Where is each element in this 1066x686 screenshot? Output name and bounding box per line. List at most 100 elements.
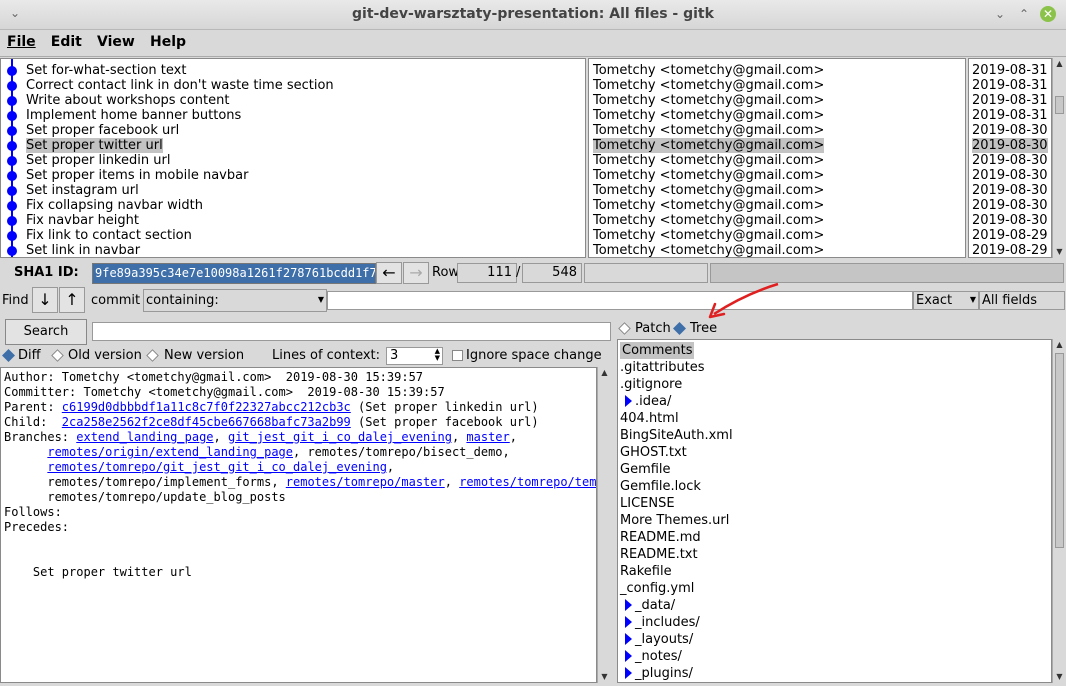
branch-link[interactable]: extend_landing_page [76, 430, 213, 444]
tree-radio[interactable] [673, 322, 686, 335]
commit-list-scrollbar[interactable]: ▲ ▼ [1052, 58, 1066, 258]
scroll-thumb[interactable] [1055, 96, 1064, 114]
commit-date[interactable]: 2019-08-30 [972, 183, 1048, 198]
ignore-space-label[interactable]: Ignore space change [466, 348, 602, 363]
scroll-up-icon[interactable]: ▲ [1053, 339, 1066, 351]
fields-select[interactable]: All fields [979, 291, 1065, 310]
commit-row[interactable]: Set link in navbar [26, 243, 140, 257]
commit-row[interactable]: Set proper items in mobile navbar [26, 168, 248, 183]
commit-row[interactable]: Implement home banner buttons [26, 108, 241, 123]
branch-link[interactable]: remotes/tomrepo/temp [459, 475, 596, 489]
tree-folder[interactable]: .idea/ [620, 393, 671, 410]
commit-date[interactable]: 2019-08-30 [972, 123, 1048, 138]
patch-radio[interactable] [618, 322, 631, 335]
tree-file[interactable]: README.md [620, 529, 701, 546]
context-spinbox[interactable]: 3 ▲ ▼ [386, 347, 443, 365]
tree-folder[interactable]: _includes/ [620, 614, 700, 631]
commit-row[interactable]: Set proper twitter url [26, 138, 163, 153]
scroll-down-icon[interactable]: ▼ [1053, 246, 1066, 258]
commit-author[interactable]: Tometchy <tometchy@gmail.com> [593, 168, 824, 183]
find-next-icon[interactable]: ↓ [32, 287, 58, 313]
commit-date[interactable]: 2019-08-29 [972, 243, 1048, 257]
commit-node-icon[interactable] [7, 216, 17, 226]
commit-author[interactable]: Tometchy <tometchy@gmail.com> [593, 198, 824, 213]
tree-label[interactable]: Tree [690, 321, 717, 336]
commit-author-list[interactable]: Tometchy <tometchy@gmail.com> Tometchy <t… [588, 58, 966, 258]
commit-author[interactable]: Tometchy <tometchy@gmail.com> [593, 138, 825, 153]
new-version-label[interactable]: New version [164, 348, 244, 363]
maximize-icon[interactable]: ⌃ [1016, 6, 1032, 22]
diff-label[interactable]: Diff [18, 348, 41, 363]
commit-date[interactable]: 2019-08-31 [972, 78, 1048, 93]
menu-help[interactable]: Help [146, 30, 190, 50]
commit-row[interactable]: Set for-what-section text [26, 63, 186, 78]
commit-node-icon[interactable] [7, 231, 17, 241]
branch-link[interactable]: remotes/tomrepo/master [286, 475, 445, 489]
branch-link[interactable]: master [466, 430, 509, 444]
tree-file[interactable]: .gitignore [620, 376, 682, 393]
patch-label[interactable]: Patch [635, 321, 671, 336]
tree-file[interactable]: More Themes.url [620, 512, 729, 529]
folder-expand-icon[interactable] [625, 650, 632, 662]
commit-node-icon[interactable] [7, 96, 17, 106]
details-scrollbar[interactable]: ▲ ▼ [597, 367, 611, 683]
commit-date[interactable]: 2019-08-30 [972, 153, 1048, 168]
commit-node-icon[interactable] [7, 111, 17, 121]
branch-link[interactable]: remotes/origin/extend_landing_page [47, 445, 293, 459]
forward-arrow-icon[interactable]: → [403, 262, 429, 284]
file-tree[interactable]: Comments .gitattributes .gitignore .idea/40… [617, 339, 1052, 683]
tree-folder[interactable]: _data/ [620, 597, 675, 614]
branch-link[interactable]: git_jest_git_i_co_dalej_evening [228, 430, 452, 444]
tree-file[interactable]: Gemfile [620, 461, 671, 478]
back-arrow-icon[interactable]: ← [376, 262, 402, 284]
scroll-down-icon[interactable]: ▼ [598, 671, 611, 683]
commit-row[interactable]: Fix collapsing navbar width [26, 198, 203, 213]
minimize-icon[interactable]: ⌄ [992, 6, 1008, 22]
folder-expand-icon[interactable] [625, 395, 632, 407]
commit-node-icon[interactable] [7, 171, 17, 181]
search-input[interactable] [92, 322, 611, 341]
commit-row[interactable]: Set proper linkedin url [26, 153, 170, 168]
commit-date[interactable]: 2019-08-30 [972, 198, 1048, 213]
commit-date[interactable]: 2019-08-30 [972, 168, 1048, 183]
commit-row[interactable]: Set proper facebook url [26, 123, 179, 138]
commit-graph-list[interactable]: Set for-what-section text Correct contact… [0, 58, 586, 258]
commit-date[interactable]: 2019-08-31 [972, 63, 1048, 78]
tree-file[interactable]: _config.yml [620, 580, 694, 597]
commit-author[interactable]: Tometchy <tometchy@gmail.com> [593, 183, 824, 198]
spin-down-icon[interactable]: ▼ [435, 350, 440, 366]
scroll-thumb[interactable] [1055, 353, 1064, 548]
commit-date[interactable]: 2019-08-29 [972, 228, 1048, 243]
commit-row[interactable]: Fix navbar height [26, 213, 139, 228]
tree-file[interactable]: BingSiteAuth.xml [620, 427, 733, 444]
tree-scrollbar[interactable]: ▲ ▼ [1052, 339, 1066, 683]
commit-date[interactable]: 2019-08-31 [972, 93, 1048, 108]
sha1-input[interactable]: 9fe89a395c34e7e10098a1261f278761bcdd1f7d [92, 263, 376, 284]
find-mode-select[interactable]: containing: ▼ [143, 289, 327, 312]
tree-file[interactable]: LICENSE [620, 495, 675, 512]
commit-date-list[interactable]: 2019-08-31 2019-08-31 2019-08-31 2019-08-31… [968, 58, 1052, 258]
tree-file[interactable]: Rakefile [620, 563, 672, 580]
scroll-down-icon[interactable]: ▼ [1053, 671, 1066, 683]
commit-node-icon[interactable] [7, 156, 17, 166]
scroll-up-icon[interactable]: ▲ [598, 367, 611, 379]
commit-details[interactable]: Author: Tometchy <tometchy@gmail.com> 20… [0, 367, 597, 683]
commit-node-icon[interactable] [7, 201, 17, 211]
folder-expand-icon[interactable] [625, 599, 632, 611]
commit-author[interactable]: Tometchy <tometchy@gmail.com> [593, 93, 824, 108]
commit-author[interactable]: Tometchy <tometchy@gmail.com> [593, 63, 824, 78]
close-icon[interactable]: ✕ [1040, 6, 1056, 22]
new-version-radio[interactable] [146, 349, 159, 362]
old-version-label[interactable]: Old version [68, 348, 142, 363]
parent-sha-link[interactable]: c6199d0dbbbdf1a11c8c7f0f22327abcc212cb3c [62, 400, 351, 414]
commit-author[interactable]: Tometchy <tometchy@gmail.com> [593, 213, 824, 228]
commit-node-icon[interactable] [7, 141, 17, 151]
commit-date[interactable]: 2019-08-31 [972, 108, 1048, 123]
diff-radio[interactable] [2, 349, 15, 362]
menu-file[interactable]: File [3, 30, 40, 50]
find-prev-icon[interactable]: ↑ [59, 287, 85, 313]
commit-node-icon[interactable] [7, 186, 17, 196]
commit-node-icon[interactable] [7, 126, 17, 136]
tree-folder[interactable]: _layouts/ [620, 631, 693, 648]
folder-expand-icon[interactable] [625, 667, 632, 679]
